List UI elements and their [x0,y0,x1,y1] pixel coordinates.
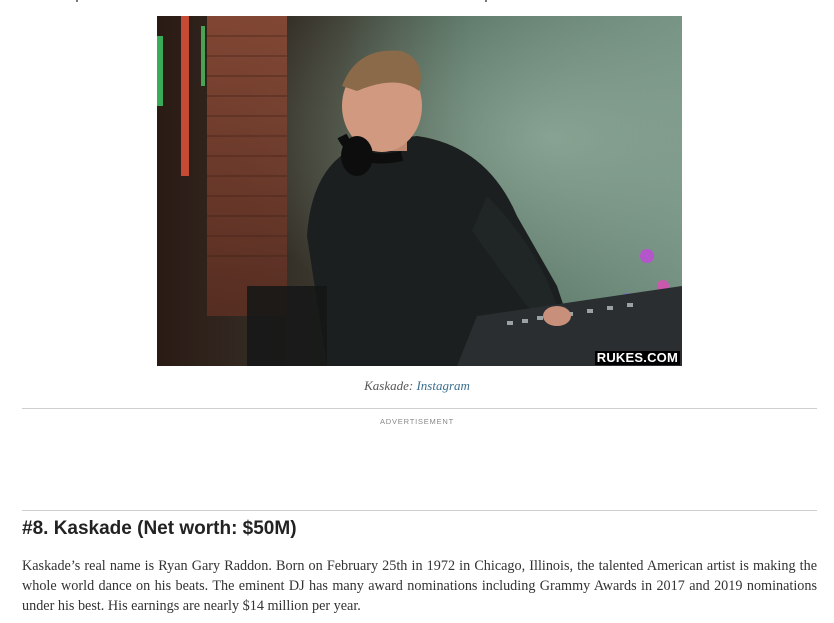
photo-caption: Kaskade: Instagram [0,378,834,394]
advertisement-label: ADVERTISEMENT [379,417,455,426]
article-photo: RUKES.COM [157,16,682,366]
dj-photo-illustration [157,16,682,366]
previous-content-sliver [0,0,834,3]
caption-source-link[interactable]: Instagram [416,378,469,393]
photo-watermark: RUKES.COM [594,350,680,365]
section-heading: #8. Kaskade (Net worth: $50M) [22,518,297,539]
caption-prefix: Kaskade: [364,378,417,393]
divider-top [22,408,817,409]
divider-bottom [22,510,817,511]
section-body-paragraph: Kaskade’s real name is Ryan Gary Raddon.… [22,558,817,614]
